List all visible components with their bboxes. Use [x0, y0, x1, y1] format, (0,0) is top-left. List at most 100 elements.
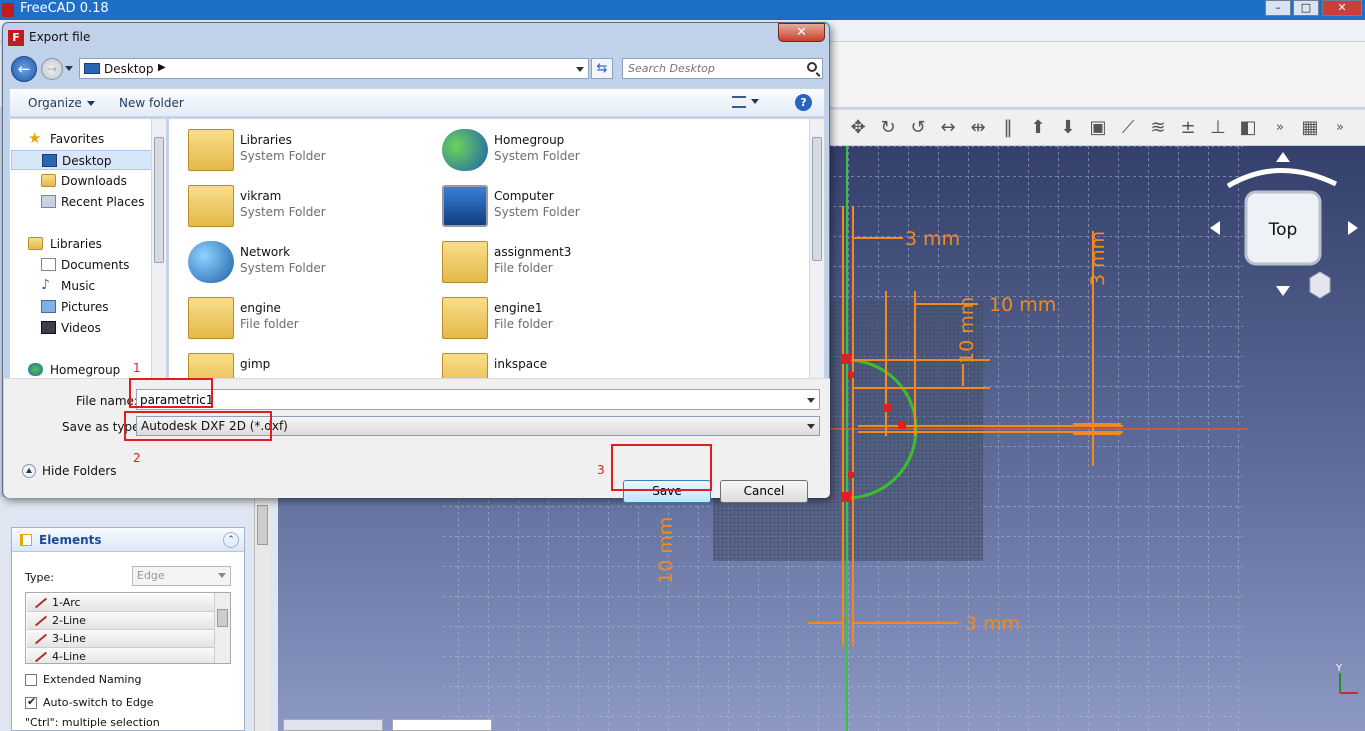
rotate-icon[interactable]: ↻ [878, 118, 898, 138]
extended-naming-checkbox[interactable] [25, 674, 37, 686]
elements-panel: Elements ⌃ Type: Edge 1-Arc 2-Line 3-Lin… [11, 527, 245, 731]
axis-y-label: Y [1335, 663, 1343, 674]
nav-documents[interactable]: Documents [10, 255, 152, 275]
scrollbar-thumb[interactable] [812, 137, 822, 261]
dialog-close-button[interactable]: ✕ [778, 23, 825, 42]
file-item-libraries[interactable]: Libraries System Folder [188, 127, 428, 179]
chevron-down-icon [807, 424, 815, 429]
nav-downloads[interactable]: Downloads [10, 171, 152, 191]
arrow-up-icon[interactable]: ⬆ [1028, 118, 1048, 138]
vertical-distance-icon[interactable]: ± [1178, 118, 1198, 138]
elements-panel-header[interactable]: Elements ⌃ [12, 528, 244, 552]
refresh-button[interactable]: ⇆ [591, 58, 613, 79]
scrollbar-thumb[interactable] [154, 137, 164, 263]
search-input[interactable] [628, 61, 798, 76]
chevron-down-icon[interactable] [576, 67, 584, 72]
file-list-scrollbar[interactable] [809, 119, 824, 398]
file-name-field[interactable] [136, 389, 820, 410]
combo-view-scrollbar[interactable] [254, 497, 270, 731]
navigation-pane-scrollbar[interactable] [151, 119, 166, 398]
nav-pictures[interactable]: Pictures [10, 297, 152, 317]
pictures-icon [41, 300, 56, 313]
parallel-constraint-icon[interactable]: ‖ [998, 118, 1018, 138]
dimension-label: 3 mm [965, 613, 1020, 635]
chevron-right-icon[interactable]: ▶ [158, 62, 166, 73]
change-view-button[interactable] [732, 94, 768, 112]
arrow-down-icon[interactable]: ⬇ [1058, 118, 1078, 138]
cancel-button[interactable]: Cancel [720, 480, 808, 503]
address-location[interactable]: Desktop [104, 62, 154, 76]
list-item[interactable]: 2-Line [27, 612, 214, 630]
file-item-network[interactable]: Network System Folder [188, 239, 428, 291]
search-icon[interactable] [807, 62, 817, 72]
list-item[interactable]: 3-Line [27, 630, 214, 648]
collapse-icon[interactable]: ⌃ [223, 532, 239, 548]
symmetric-constraint-icon[interactable]: ⟋ [1118, 118, 1138, 138]
help-icon[interactable]: ? [795, 94, 812, 111]
file-item-homegroup[interactable]: Homegroup System Folder [442, 127, 682, 179]
main-title-bar: FreeCAD 0.18 – □ ✕ [0, 0, 1365, 20]
dimension-label: 10 mm [655, 517, 677, 584]
organize-button[interactable]: Organize [28, 96, 95, 110]
element-list-scrollbar[interactable] [214, 593, 230, 663]
main-window-title: FreeCAD 0.18 [20, 1, 109, 16]
element-list[interactable]: 1-Arc 2-Line 3-Line 4-Line [25, 592, 231, 664]
auto-switch-checkbox[interactable] [25, 695, 37, 709]
annotation-number: 3 [597, 463, 605, 477]
file-item-vikram[interactable]: vikram System Folder [188, 183, 428, 235]
address-bar[interactable]: Desktop ▶ [79, 58, 589, 79]
nav-videos[interactable]: Videos [10, 318, 152, 338]
grid-icon[interactable]: ▦ [1300, 118, 1320, 138]
nav-homegroup[interactable]: Homegroup [10, 360, 152, 380]
toolbar-overflow-icon[interactable]: » [1270, 118, 1290, 138]
snell-constraint-icon[interactable]: ≋ [1148, 118, 1168, 138]
list-item[interactable]: 1-Arc [27, 594, 214, 612]
horizontal-constraint-icon[interactable]: ↔ [938, 118, 958, 138]
type-select[interactable]: Edge [132, 566, 231, 586]
document-tab-start[interactable] [283, 719, 383, 731]
recent-places-icon [41, 195, 56, 208]
minimize-button[interactable]: – [1265, 0, 1291, 16]
axis-triad: Y [1335, 663, 1358, 694]
documents-icon [41, 258, 56, 271]
nav-recent-places[interactable]: Recent Places [10, 192, 152, 212]
annotation-number: 2 [133, 451, 141, 465]
toggle-construction-icon[interactable]: ◧ [1238, 118, 1258, 138]
list-item[interactable]: 4-Line [27, 648, 214, 663]
recent-locations-icon[interactable] [65, 66, 73, 71]
downloads-icon [41, 174, 56, 187]
scrollbar-thumb[interactable] [217, 609, 228, 627]
navcube-top-face[interactable]: Top [1268, 220, 1298, 240]
file-name-input[interactable] [140, 392, 780, 407]
forward-button[interactable]: → [41, 58, 63, 80]
rotate-alt-icon[interactable]: ↺ [908, 118, 928, 138]
distance-constraint-icon[interactable]: ⇹ [968, 118, 988, 138]
view-list-icon [732, 95, 746, 108]
maximize-button[interactable]: □ [1293, 0, 1319, 16]
annotation-box-save-type [124, 411, 272, 441]
file-item-engine[interactable]: engine File folder [188, 295, 428, 347]
file-item-computer[interactable]: Computer System Folder [442, 183, 682, 235]
chevron-down-icon [751, 99, 759, 104]
nav-libraries[interactable]: Libraries [10, 234, 152, 254]
nav-desktop[interactable]: Desktop [11, 150, 153, 170]
close-main-button[interactable]: ✕ [1322, 0, 1362, 16]
document-tab-active[interactable] [392, 719, 492, 731]
chevron-down-icon[interactable] [807, 398, 815, 403]
toolbar-overflow-right-icon[interactable]: » [1330, 118, 1350, 138]
nav-favorites[interactable]: ★ Favorites [10, 129, 152, 149]
scrollbar-thumb[interactable] [257, 505, 268, 545]
move-icon[interactable]: ✥ [848, 118, 868, 138]
computer-icon [442, 185, 488, 227]
file-item-assignment3[interactable]: assignment3 File folder [442, 239, 682, 291]
block-constraint-icon[interactable]: ▣ [1088, 118, 1108, 138]
nav-music[interactable]: ♪ Music [10, 276, 152, 296]
annotation-number: 1 [133, 361, 141, 375]
new-folder-button[interactable]: New folder [119, 96, 184, 110]
navigation-pane: ★ Favorites Desktop Downloads Recent Pla… [9, 118, 167, 399]
line-icon [33, 633, 47, 645]
search-box[interactable] [622, 58, 823, 79]
file-item-engine1[interactable]: engine1 File folder [442, 295, 682, 347]
back-button[interactable]: ← [11, 56, 37, 82]
lock-constraint-icon[interactable]: ⊥ [1208, 118, 1228, 138]
